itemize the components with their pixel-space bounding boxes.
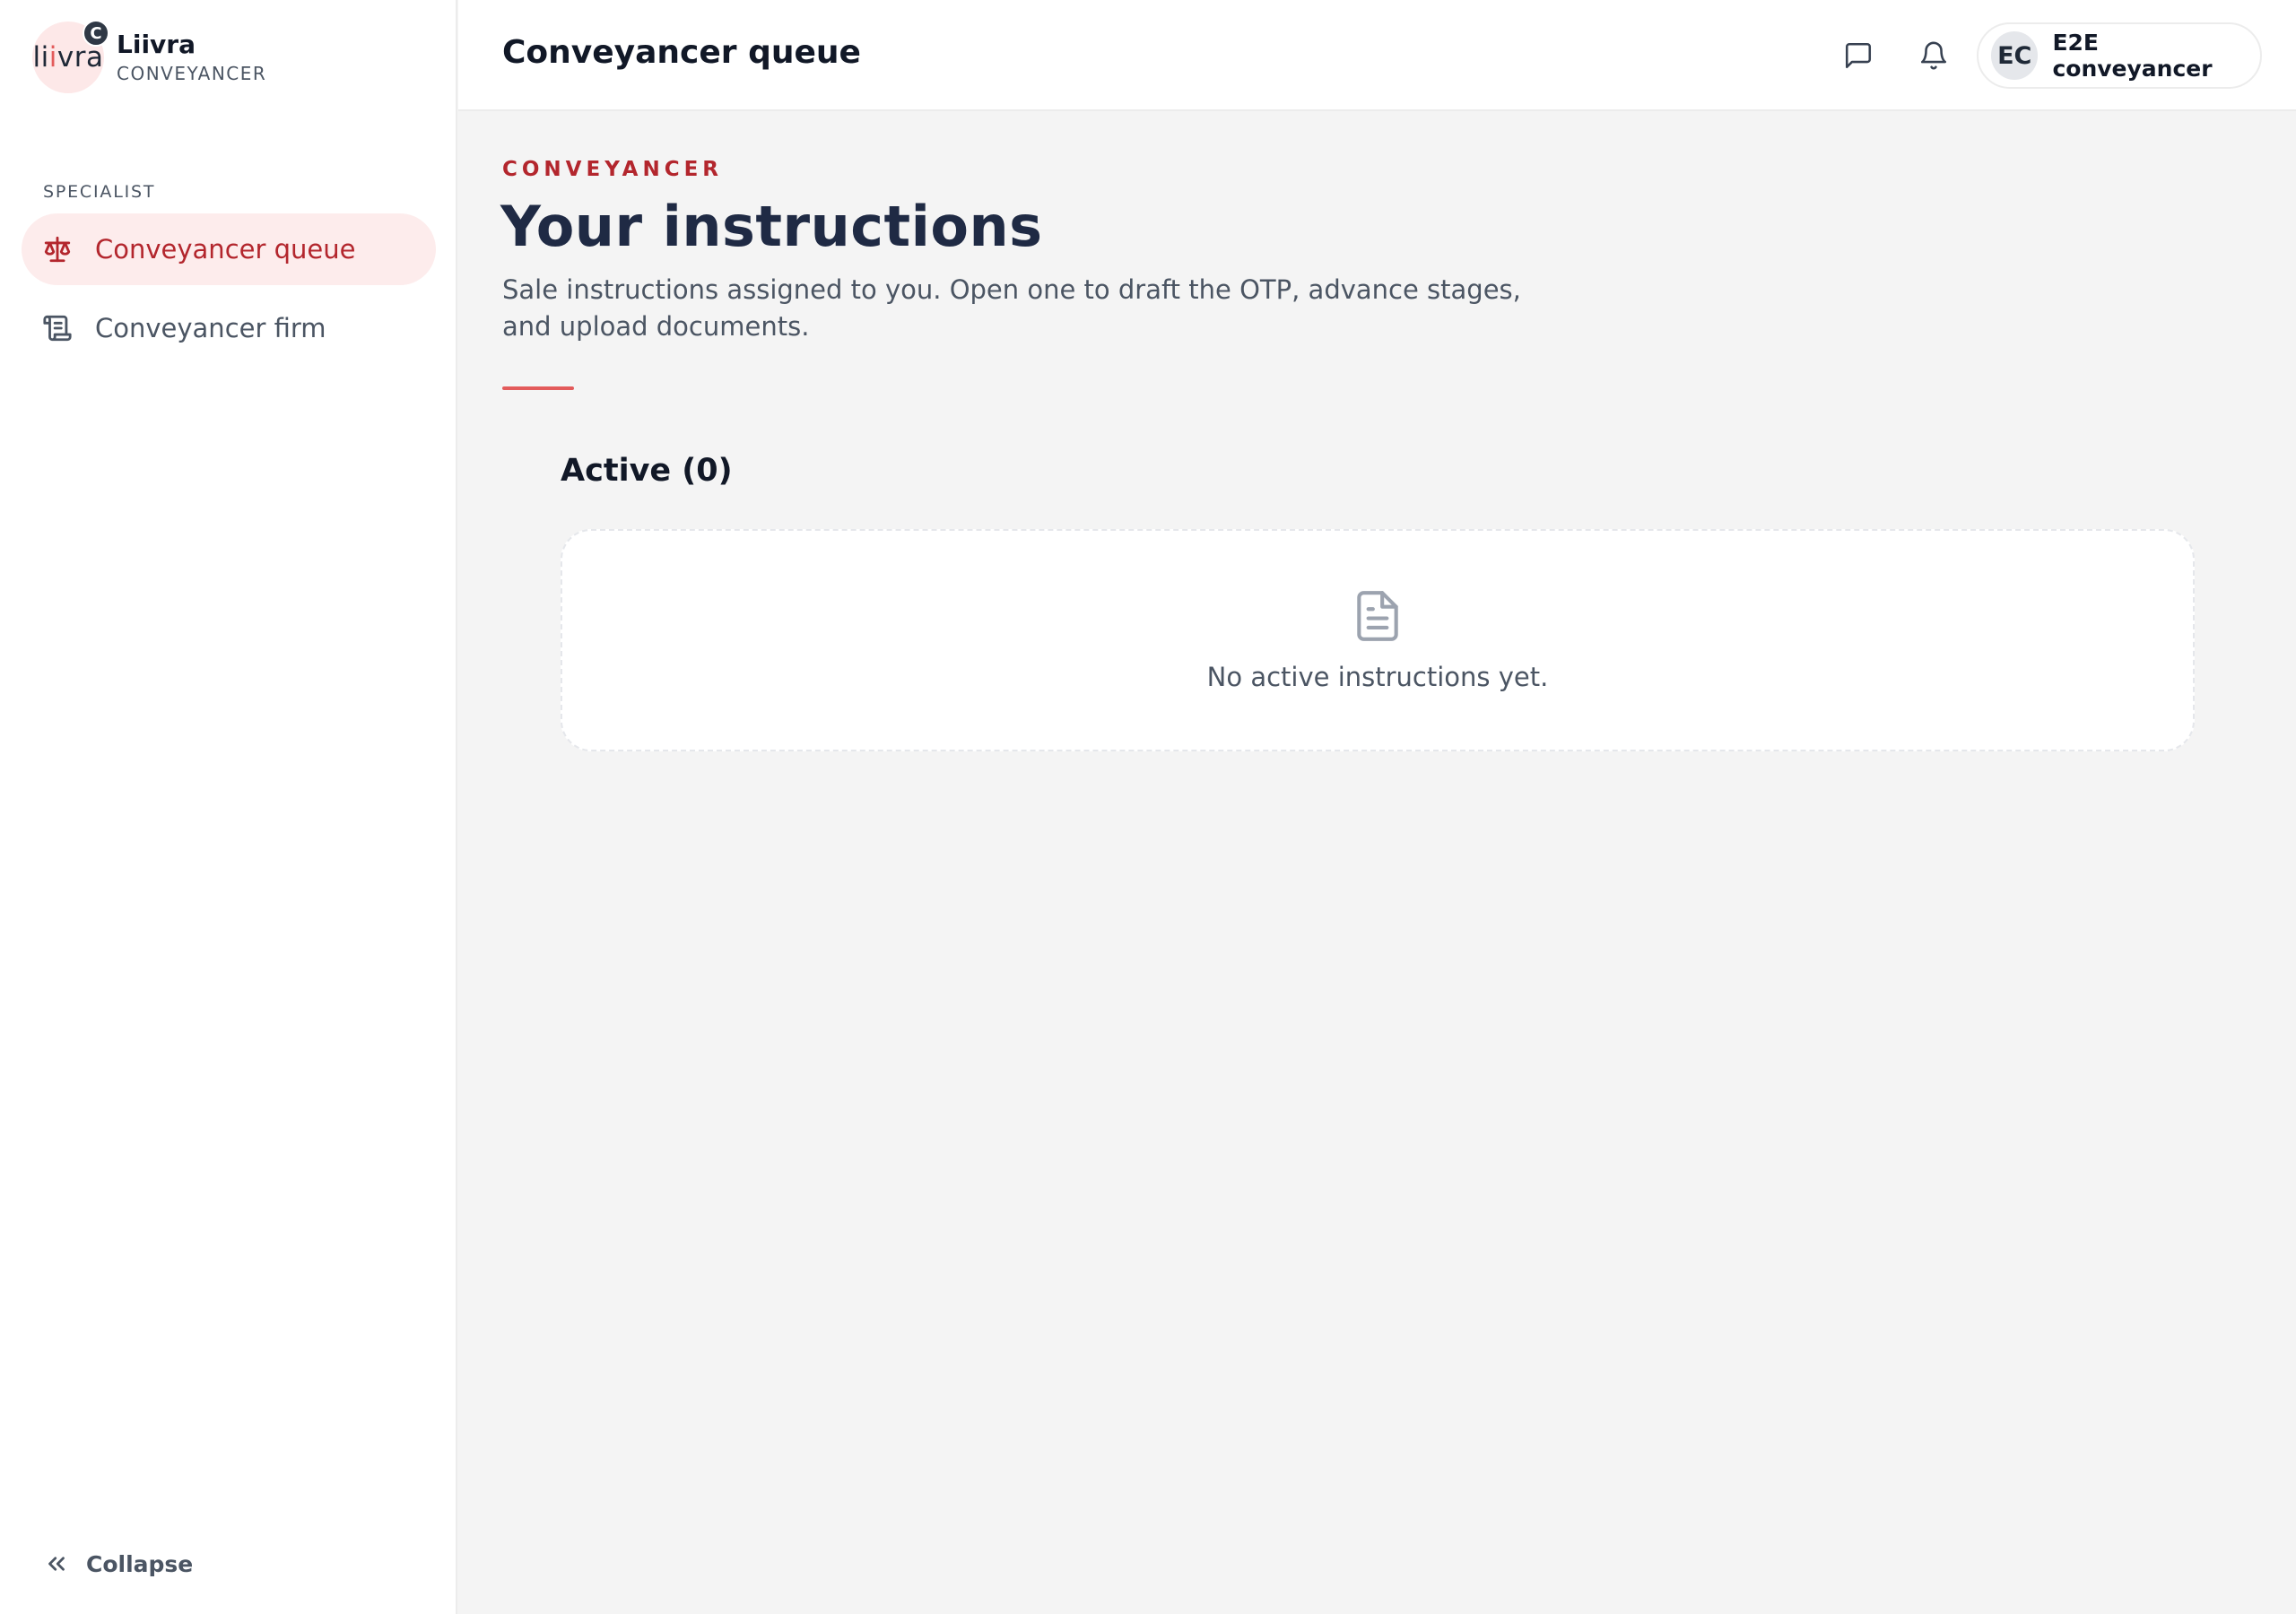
page-header-title: Conveyancer queue <box>502 34 861 71</box>
message-square-icon <box>1845 42 1872 69</box>
page-subtitle: Sale instructions assigned to you. Open … <box>502 274 1521 342</box>
user-menu-button[interactable]: EC E2E conveyancer <box>1977 22 2262 89</box>
sidebar-item-label: Conveyancer firm <box>95 313 326 343</box>
sidebar-item-conveyancer-queue[interactable]: Conveyancer queue <box>22 213 436 285</box>
sidebar: liivra C Liivra CONVEYANCER SPECIALIST C… <box>0 0 457 1614</box>
avatar: EC <box>1991 31 2039 80</box>
collapse-label: Collapse <box>86 1550 194 1577</box>
collapse-button[interactable]: Collapse <box>43 1544 193 1584</box>
page-title: Your instructions <box>500 194 1043 259</box>
notifications-button[interactable] <box>1912 34 1955 77</box>
empty-state-message: No active instructions yet. <box>1206 662 1549 692</box>
bell-icon <box>1920 41 1947 70</box>
brand[interactable]: liivra C Liivra CONVEYANCER <box>32 20 267 93</box>
scale-icon <box>41 233 74 265</box>
accent-divider <box>502 386 574 390</box>
top-header: Conveyancer queue EC E2E conveyancer <box>458 0 2296 111</box>
brand-role: CONVEYANCER <box>117 63 267 84</box>
file-text-icon <box>1350 586 1405 646</box>
brand-name: Liivra <box>117 30 196 59</box>
empty-state-card: No active instructions yet. <box>561 529 2195 751</box>
sidebar-item-conveyancer-firm[interactable]: Conveyancer firm <box>22 292 436 364</box>
role-badge: C <box>83 20 109 47</box>
user-name: E2E conveyancer <box>2052 30 2213 82</box>
messages-button[interactable] <box>1837 34 1880 77</box>
chevrons-left-icon <box>48 1557 65 1571</box>
nav-section-label: SPECIALIST <box>43 182 156 202</box>
page-eyebrow: CONVEYANCER <box>502 158 723 181</box>
document-scroll-icon <box>41 312 74 344</box>
sidebar-item-label: Conveyancer queue <box>95 234 356 265</box>
logo: liivra C <box>32 20 109 93</box>
active-section-title: Active (0) <box>561 453 733 489</box>
